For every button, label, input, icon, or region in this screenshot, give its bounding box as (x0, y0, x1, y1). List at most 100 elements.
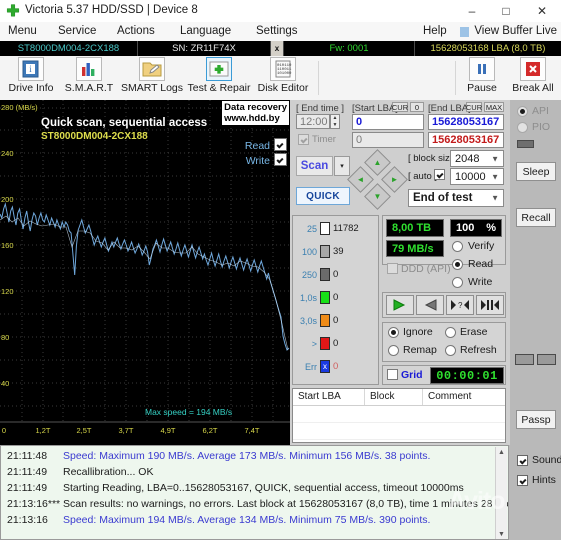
block-size-select[interactable]: 2048 ▼ (450, 150, 504, 167)
end-of-test-select[interactable]: End of test ▼ (408, 189, 504, 207)
write-radio[interactable] (452, 277, 463, 288)
sound-checkbox[interactable] (517, 455, 528, 466)
toolbar-button-break-all[interactable]: Break All (508, 57, 558, 94)
toolbar-label-smart-logs: SMART Logs (120, 82, 184, 94)
play-forward-button[interactable] (386, 295, 414, 315)
end-lba-secondary-input[interactable]: 15628053167 (428, 132, 504, 148)
timeout-select[interactable]: 10000 ▼ (450, 168, 504, 185)
log-scroll-up-button[interactable]: ▲ (496, 447, 507, 458)
erase-radio[interactable] (445, 327, 456, 338)
toolbar-button-smart[interactable]: S.M.A.R.T (60, 57, 118, 94)
drive-close-button[interactable]: x (271, 41, 284, 56)
info-document-icon: i (18, 57, 44, 81)
counter-label-err: Err (305, 361, 317, 372)
end-time-input[interactable]: 12:00 (296, 114, 330, 129)
end-lba-input[interactable]: 15628053167 (428, 114, 504, 130)
pio-radio[interactable] (517, 122, 528, 133)
log-line: 21:11:48 Speed: Maximum 190 MB/s. Averag… (1, 448, 508, 464)
timer-value-input[interactable]: 0 (352, 132, 424, 148)
table-row[interactable] (293, 406, 505, 423)
write-toggle[interactable]: Write (246, 153, 287, 167)
start-lba-input[interactable]: 0 (352, 114, 424, 130)
ignore-label: Ignore (403, 326, 433, 338)
auto-label: [ auto ] (408, 171, 438, 182)
end-lba-max-button[interactable]: MAX (484, 102, 504, 112)
menu-item-service[interactable]: Service (58, 25, 96, 37)
toolbar-label-break-all: Break All (512, 82, 554, 94)
jump-start-button[interactable] (476, 295, 504, 315)
chevron-down-icon-2: ▼ (491, 172, 499, 181)
toolbar-button-disk-editor[interactable]: 010110 110011 101000 Disk Editor (254, 57, 312, 94)
dpad-right-button[interactable]: ► (381, 166, 408, 193)
toolbar-button-drive-info[interactable]: i Drive Info (4, 57, 58, 94)
toolbar-button-smart-logs[interactable]: SMART Logs (120, 57, 184, 94)
start-lba-cur-button[interactable]: CUR (392, 102, 408, 112)
read-toggle[interactable]: Read (245, 138, 287, 152)
drive-model: ST8000DM004-2CX188 (0, 41, 138, 56)
read-label: Read (244, 140, 270, 152)
grid-checkbox[interactable] (387, 369, 398, 380)
svg-text:240: 240 (1, 149, 14, 158)
write-checkbox[interactable] (274, 153, 287, 166)
end-time-label: [ End time ] (296, 103, 345, 114)
speed-lcd: 79 MB/s (386, 240, 444, 257)
dpad-down-button[interactable]: ▼ (364, 183, 391, 210)
jump-unknown-button[interactable]: ? (446, 295, 474, 315)
toolbar-label-drive-info: Drive Info (8, 82, 54, 94)
toolbar-button-pause[interactable]: Pause (460, 57, 504, 94)
api-radio[interactable] (517, 106, 528, 117)
scan-button[interactable]: Scan (296, 156, 333, 176)
auto-checkbox[interactable] (434, 169, 445, 180)
log-scrollbar[interactable]: ▲ ▼ (495, 447, 507, 539)
maximize-button[interactable]: □ (491, 0, 521, 22)
minimize-button[interactable]: – (457, 0, 487, 22)
side-small-button-1[interactable] (515, 354, 534, 365)
timer-checkbox[interactable] (298, 134, 309, 145)
verify-radio[interactable] (452, 241, 463, 252)
menu-item-menu[interactable]: Menu (8, 25, 37, 37)
remap-label: Remap (403, 344, 437, 356)
table-row[interactable] (293, 423, 505, 440)
log-line: 21:13:16 Speed: Maximum 194 MB/s. Averag… (1, 512, 508, 528)
speed-graph[interactable]: 280 (MB/s) 240 200 160 120 80 40 0 1,2T … (0, 100, 290, 445)
log-panel[interactable]: 21:11:48 Speed: Maximum 190 MB/s. Averag… (0, 445, 509, 540)
graph-title: Quick scan, sequential access (41, 117, 208, 129)
title-bar: Victoria 5.37 HDD/SSD | Device 8 – □ ✕ (0, 0, 561, 23)
passp-button[interactable]: Passp (516, 410, 556, 429)
sleep-button[interactable]: Sleep (516, 162, 556, 181)
close-button[interactable]: ✕ (527, 0, 557, 22)
log-scroll-down-button[interactable]: ▼ (496, 529, 507, 539)
read-radio[interactable] (452, 259, 463, 270)
menu-item-help[interactable]: Help (423, 25, 447, 37)
counter-swatch-3s (320, 314, 330, 327)
watermark-line1: Data recovery (224, 102, 287, 113)
watermark-hdd-by: Data recovery www.hdd.by (221, 100, 290, 126)
ddd-api-checkbox[interactable] (387, 263, 398, 274)
ignore-radio[interactable] (388, 327, 399, 338)
ddd-api-label: DDD (API) (401, 263, 451, 275)
refresh-radio[interactable] (445, 345, 456, 356)
hints-checkbox[interactable] (517, 475, 528, 486)
side-small-button-2[interactable] (537, 354, 556, 365)
start-lba-zero-button[interactable]: 0 (410, 102, 424, 112)
hints-label: Hints (532, 474, 556, 486)
remap-radio[interactable] (388, 345, 399, 356)
menu-item-settings[interactable]: Settings (256, 25, 298, 37)
toolbar-button-test-repair[interactable]: Test & Repair (186, 57, 252, 94)
end-lba-cur-button[interactable]: CUR (466, 102, 482, 112)
menu-item-language[interactable]: Language (180, 25, 231, 37)
elapsed-timer-lcd: 00:00:01 (430, 367, 504, 384)
quick-button[interactable]: QUICK (296, 187, 350, 205)
end-time-spinner[interactable]: ▲ ▼ (330, 114, 340, 129)
bar-chart-icon (76, 57, 102, 81)
defects-table-rows (293, 406, 505, 440)
menu-item-actions[interactable]: Actions (117, 25, 155, 37)
view-buffer-live-toggle[interactable]: View Buffer Live (474, 25, 557, 37)
read-checkbox[interactable] (274, 138, 287, 151)
recall-button[interactable]: Recall (516, 208, 556, 227)
scan-dropdown-button[interactable]: ▾ (334, 156, 350, 176)
max-speed-annotation: Max speed = 194 MB/s (145, 407, 233, 417)
svg-text:1,2T: 1,2T (35, 426, 50, 435)
play-backward-button[interactable] (416, 295, 444, 315)
defects-table[interactable]: Start LBA Block Comment (292, 388, 506, 443)
